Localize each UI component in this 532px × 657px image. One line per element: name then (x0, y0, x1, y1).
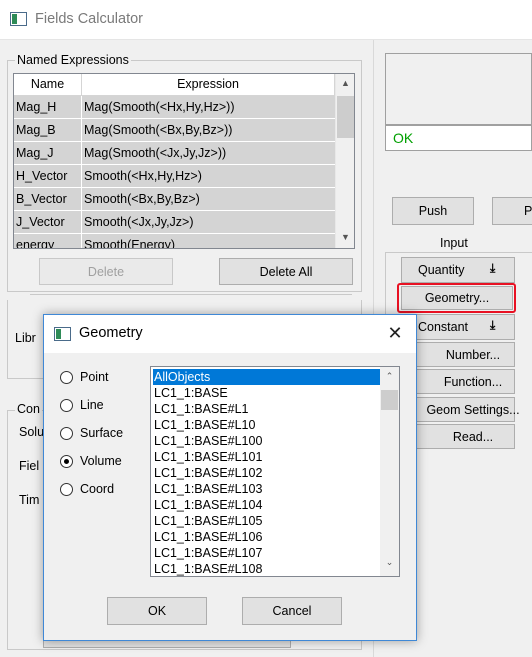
radio-label: Volume (80, 454, 122, 468)
geometry-button[interactable]: Geometry... (401, 286, 513, 310)
status-text: OK (393, 130, 414, 146)
list-item[interactable]: LC1_1:BASE#L107 (153, 545, 380, 561)
pop-button-label: P (524, 204, 532, 218)
download-arrow-icon: ⤓ (490, 318, 496, 332)
close-icon[interactable]: ✕ (384, 323, 406, 345)
field-type-label: Fiel (19, 459, 40, 473)
status-field: OK (385, 125, 532, 151)
list-item[interactable]: AllObjects (153, 369, 380, 385)
radio-circle-icon[interactable] (60, 426, 73, 440)
radio-label: Point (80, 370, 109, 384)
radio-circle-icon[interactable] (60, 398, 73, 412)
list-item[interactable]: LC1_1:BASE (153, 385, 380, 401)
radio-selected-icon[interactable] (60, 454, 73, 468)
row-expression: Smooth(<Bx,By,Bz>) (84, 192, 200, 206)
geometry-list[interactable]: AllObjects LC1_1:BASE LC1_1:BASE#L1 LC1_… (150, 366, 400, 577)
push-button[interactable]: Push (392, 197, 474, 225)
table-row[interactable]: Mag_B Mag(Smooth(<Bx,By,Bz>)) (14, 119, 335, 142)
table-row[interactable]: H_Vector Smooth(<Hx,Hy,Hz>) (14, 165, 335, 188)
row-name: B_Vector (16, 192, 67, 206)
row-expression: Mag(Smooth(<Bx,By,Bz>)) (84, 123, 233, 137)
delete-button[interactable]: Delete (39, 258, 173, 285)
table-row[interactable]: energy Smooth(Energy) (14, 234, 335, 249)
radio-surface[interactable]: Surface (60, 424, 123, 442)
radio-volume[interactable]: Volume (60, 452, 122, 470)
dialog-title: Geometry (79, 325, 143, 341)
row-name: J_Vector (16, 215, 65, 229)
stack-display (385, 53, 532, 125)
list-item[interactable]: LC1_1:BASE#L102 (153, 465, 380, 481)
radio-circle-icon[interactable] (60, 482, 73, 496)
list-item[interactable]: LC1_1:BASE#L101 (153, 449, 380, 465)
row-expression: Smooth(<Jx,Jy,Jz>) (84, 215, 194, 229)
read-button[interactable]: Read... (401, 424, 515, 449)
list-item[interactable]: LC1_1:BASE#L100 (153, 433, 380, 449)
constant-button[interactable]: Constant ⤓ (401, 314, 515, 340)
cancel-button[interactable]: Cancel (242, 597, 342, 625)
radio-point[interactable]: Point (60, 368, 109, 386)
table-scrollbar[interactable]: ▲ ▼ (335, 74, 354, 248)
dialog-window-icon (54, 327, 71, 341)
radio-circle-icon[interactable] (60, 370, 73, 384)
radio-label: Surface (80, 426, 124, 440)
input-label: Input (440, 236, 468, 250)
row-name: Mag_J (16, 146, 54, 160)
list-item[interactable]: LC1_1:BASE#L106 (153, 529, 380, 545)
ok-button[interactable]: OK (107, 597, 207, 625)
library-divider (30, 294, 352, 295)
row-name: Mag_H (16, 100, 57, 114)
quantity-button-label: Quantity (418, 263, 465, 277)
constant-button-label: Constant (418, 320, 469, 334)
named-expressions-table[interactable]: Name Expression Mag_H Mag(Smooth(<Hx,Hy,H… (13, 73, 355, 249)
row-name: Mag_B (16, 123, 56, 137)
dialog-title-bar: Geometry ✕ (44, 315, 416, 353)
context-group-label: Con (15, 402, 42, 416)
window-title: Fields Calculator (35, 11, 143, 27)
pop-button[interactable]: P (492, 197, 532, 225)
list-item[interactable]: LC1_1:BASE#L103 (153, 481, 380, 497)
list-item[interactable]: LC1_1:BASE#L1 (153, 401, 380, 417)
list-item[interactable]: LC1_1:BASE#L105 (153, 513, 380, 529)
title-bar: Fields Calculator (0, 0, 532, 40)
row-expression: Smooth(Energy) (84, 238, 176, 249)
named-expressions-label: Named Expressions (15, 53, 131, 67)
radio-label: Line (80, 398, 104, 412)
row-expression: Smooth(<Hx,Hy,Hz>) (84, 169, 202, 183)
list-item[interactable]: LC1_1:BASE#L108 (153, 561, 380, 576)
delete-all-button[interactable]: Delete All (219, 258, 353, 285)
radio-line[interactable]: Line (60, 396, 104, 414)
scrollbar-thumb[interactable] (337, 96, 354, 138)
list-item[interactable]: LC1_1:BASE#L10 (153, 417, 380, 433)
column-header-expression[interactable]: Expression (82, 74, 335, 96)
solution-label: Solu (19, 425, 45, 439)
scroll-up-arrow-icon[interactable]: ▲ (336, 78, 354, 88)
column-header-name[interactable]: Name (14, 74, 82, 96)
app-window-icon (10, 12, 27, 26)
table-row[interactable]: Mag_H Mag(Smooth(<Hx,Hy,Hz>)) (14, 96, 335, 119)
row-expression: Mag(Smooth(<Hx,Hy,Hz>)) (84, 100, 235, 114)
row-name: energy (16, 238, 55, 249)
radio-label: Coord (80, 482, 115, 496)
download-arrow-icon: ⤓ (490, 261, 496, 275)
number-button[interactable]: Number... (401, 342, 515, 367)
table-row[interactable]: B_Vector Smooth(<Bx,By,Bz>) (14, 188, 335, 211)
radio-coord[interactable]: Coord (60, 480, 114, 498)
scroll-up-arrow-icon[interactable]: ⌃ (380, 371, 399, 382)
geom-settings-button[interactable]: Geom Settings... (401, 397, 520, 422)
time-label: Tim (19, 493, 40, 507)
scrollbar-thumb[interactable] (381, 390, 398, 410)
geometry-dialog: Geometry ✕ Point Line Surface Volume Coo… (43, 314, 417, 641)
scroll-down-arrow-icon[interactable]: ⌄ (380, 557, 399, 568)
table-row[interactable]: Mag_J Mag(Smooth(<Jx,Jy,Jz>)) (14, 142, 335, 165)
row-expression: Mag(Smooth(<Jx,Jy,Jz>)) (84, 146, 227, 160)
quantity-button[interactable]: Quantity ⤓ (401, 257, 515, 283)
scroll-down-arrow-icon[interactable]: ▼ (336, 232, 354, 242)
function-button[interactable]: Function... (401, 369, 515, 394)
row-name: H_Vector (16, 169, 68, 183)
table-row[interactable]: J_Vector Smooth(<Jx,Jy,Jz>) (14, 211, 335, 234)
list-item[interactable]: LC1_1:BASE#L104 (153, 497, 380, 513)
